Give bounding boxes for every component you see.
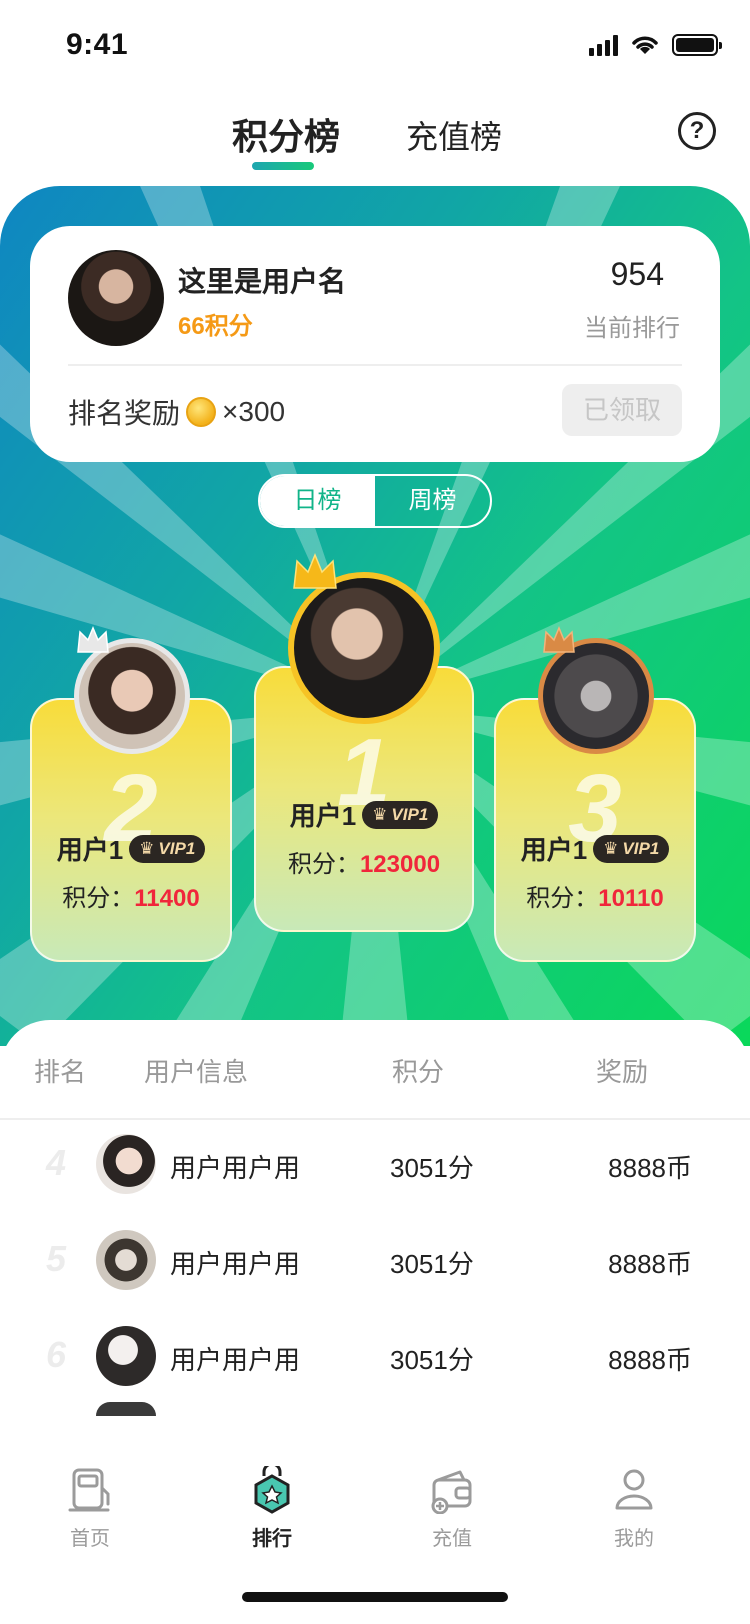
tab-profile[interactable]: 我的 — [574, 1466, 694, 1551]
ranking-hero: 这里是用户名 66积分 954 当前排行 排名奖励 ×300 已领取 日榜 周榜… — [0, 186, 750, 1046]
avatar — [96, 1134, 156, 1194]
wifi-icon — [632, 36, 658, 54]
podium-score: 积分：123000 — [287, 851, 441, 878]
podium-avatar-1 — [288, 572, 440, 724]
tab-points-ranking[interactable]: 积分榜 — [232, 108, 340, 160]
my-rank-label: 当前排行 — [584, 315, 680, 342]
row-username: 用户用户用 — [170, 1153, 301, 1183]
help-icon[interactable]: ? — [678, 112, 716, 150]
toggle-weekly[interactable]: 周榜 — [375, 476, 490, 526]
podium-avatar-3 — [538, 638, 654, 754]
tab-ranking[interactable]: 排行 — [212, 1466, 332, 1551]
header-reward: 奖励 — [596, 1057, 649, 1087]
ranking-icon — [254, 1466, 290, 1514]
my-username: 这里是用户名 — [178, 266, 347, 297]
podium-score: 积分：11400 — [62, 885, 200, 912]
podium-user-row: 用户1 ♛ VIP1 — [256, 796, 472, 833]
tab-home[interactable]: 首页 — [30, 1466, 150, 1551]
row-username: 用户用户用 — [170, 1345, 301, 1375]
divider — [68, 364, 682, 366]
profile-icon — [615, 1469, 653, 1510]
crown-icon-rank-3 — [543, 626, 575, 653]
tab-home-label: 首页 — [70, 1528, 110, 1550]
home-indicator — [242, 1592, 508, 1602]
status-bar: 9:41 — [0, 0, 750, 90]
avatar — [96, 1402, 156, 1416]
tab-recharge-ranking[interactable]: 充值榜 — [406, 112, 502, 158]
row-reward: 8888币 — [608, 1345, 692, 1375]
crown-icon: ♛ — [139, 838, 155, 858]
rank-reward-amount: ×300 — [222, 396, 286, 427]
crown-icon-rank-2 — [77, 626, 109, 653]
vip-badge: ♛ VIP1 — [362, 800, 439, 829]
row-points: 3051分 — [390, 1345, 474, 1375]
active-tab-indicator — [252, 162, 314, 170]
tab-recharge-label: 充值 — [432, 1528, 472, 1550]
header-user-info: 用户信息 — [144, 1057, 249, 1087]
podium-username: 用户1 — [289, 801, 357, 831]
status-time: 9:41 — [66, 28, 129, 61]
tab-recharge[interactable]: 充值 — [392, 1466, 512, 1551]
my-points: 66积分 — [178, 313, 253, 340]
table-row[interactable]: 5 用户用户用 3051分 8888币 — [0, 1216, 750, 1312]
my-rank-value: 954 — [610, 256, 664, 292]
podium-avatar-2 — [74, 638, 190, 754]
my-avatar — [68, 250, 164, 346]
vip-badge: ♛ VIP1 — [129, 834, 206, 863]
podium-score: 积分：10110 — [526, 885, 664, 912]
row-username: 用户用户用 — [170, 1249, 301, 1279]
period-toggle: 日榜 周榜 — [258, 474, 492, 528]
row-reward: 8888币 — [608, 1249, 692, 1279]
rank-reward-label: 排名奖励 — [68, 398, 181, 429]
crown-icon: ♛ — [603, 838, 619, 858]
list-header: 排名 用户信息 积分 奖励 — [0, 1020, 750, 1120]
row-rank: 5 — [46, 1238, 67, 1279]
podium-username: 用户1 — [56, 835, 124, 865]
row-rank: 6 — [46, 1334, 67, 1375]
table-row[interactable]: 4 用户用户用 3051分 8888币 — [0, 1120, 750, 1216]
row-reward: 8888币 — [608, 1153, 692, 1183]
claim-reward-button[interactable]: 已领取 — [562, 384, 682, 436]
recharge-icon — [431, 1470, 472, 1514]
status-icons — [589, 34, 722, 56]
vip-badge: ♛ VIP1 — [593, 834, 670, 863]
podium-username: 用户1 — [520, 835, 588, 865]
signal-icon — [589, 34, 618, 56]
home-icon — [68, 1468, 110, 1512]
row-points: 3051分 — [390, 1249, 474, 1279]
my-rank-card: 这里是用户名 66积分 954 当前排行 排名奖励 ×300 已领取 — [30, 226, 720, 462]
row-points: 3051分 — [390, 1153, 474, 1183]
leaderboard-tabs: 积分榜 充值榜 ? — [0, 100, 750, 180]
header-points: 积分 — [392, 1057, 445, 1087]
crown-icon-rank-1 — [293, 553, 337, 589]
crown-icon: ♛ — [372, 804, 388, 824]
avatar — [96, 1230, 156, 1290]
podium-user-row: 用户1 ♛ VIP1 — [32, 830, 230, 867]
header-rank: 排名 — [34, 1057, 87, 1087]
battery-icon — [672, 34, 722, 56]
toggle-daily[interactable]: 日榜 — [260, 476, 375, 526]
tab-ranking-label: 排行 — [252, 1528, 292, 1550]
avatar — [96, 1326, 156, 1386]
tab-profile-label: 我的 — [614, 1528, 654, 1550]
coin-icon — [186, 397, 217, 427]
rank-reward: 排名奖励 ×300 — [68, 392, 285, 432]
row-rank: 4 — [46, 1142, 67, 1183]
table-row[interactable]: 6 用户用户用 3051分 8888币 — [0, 1312, 750, 1408]
podium-user-row: 用户1 ♛ VIP1 — [496, 830, 694, 867]
